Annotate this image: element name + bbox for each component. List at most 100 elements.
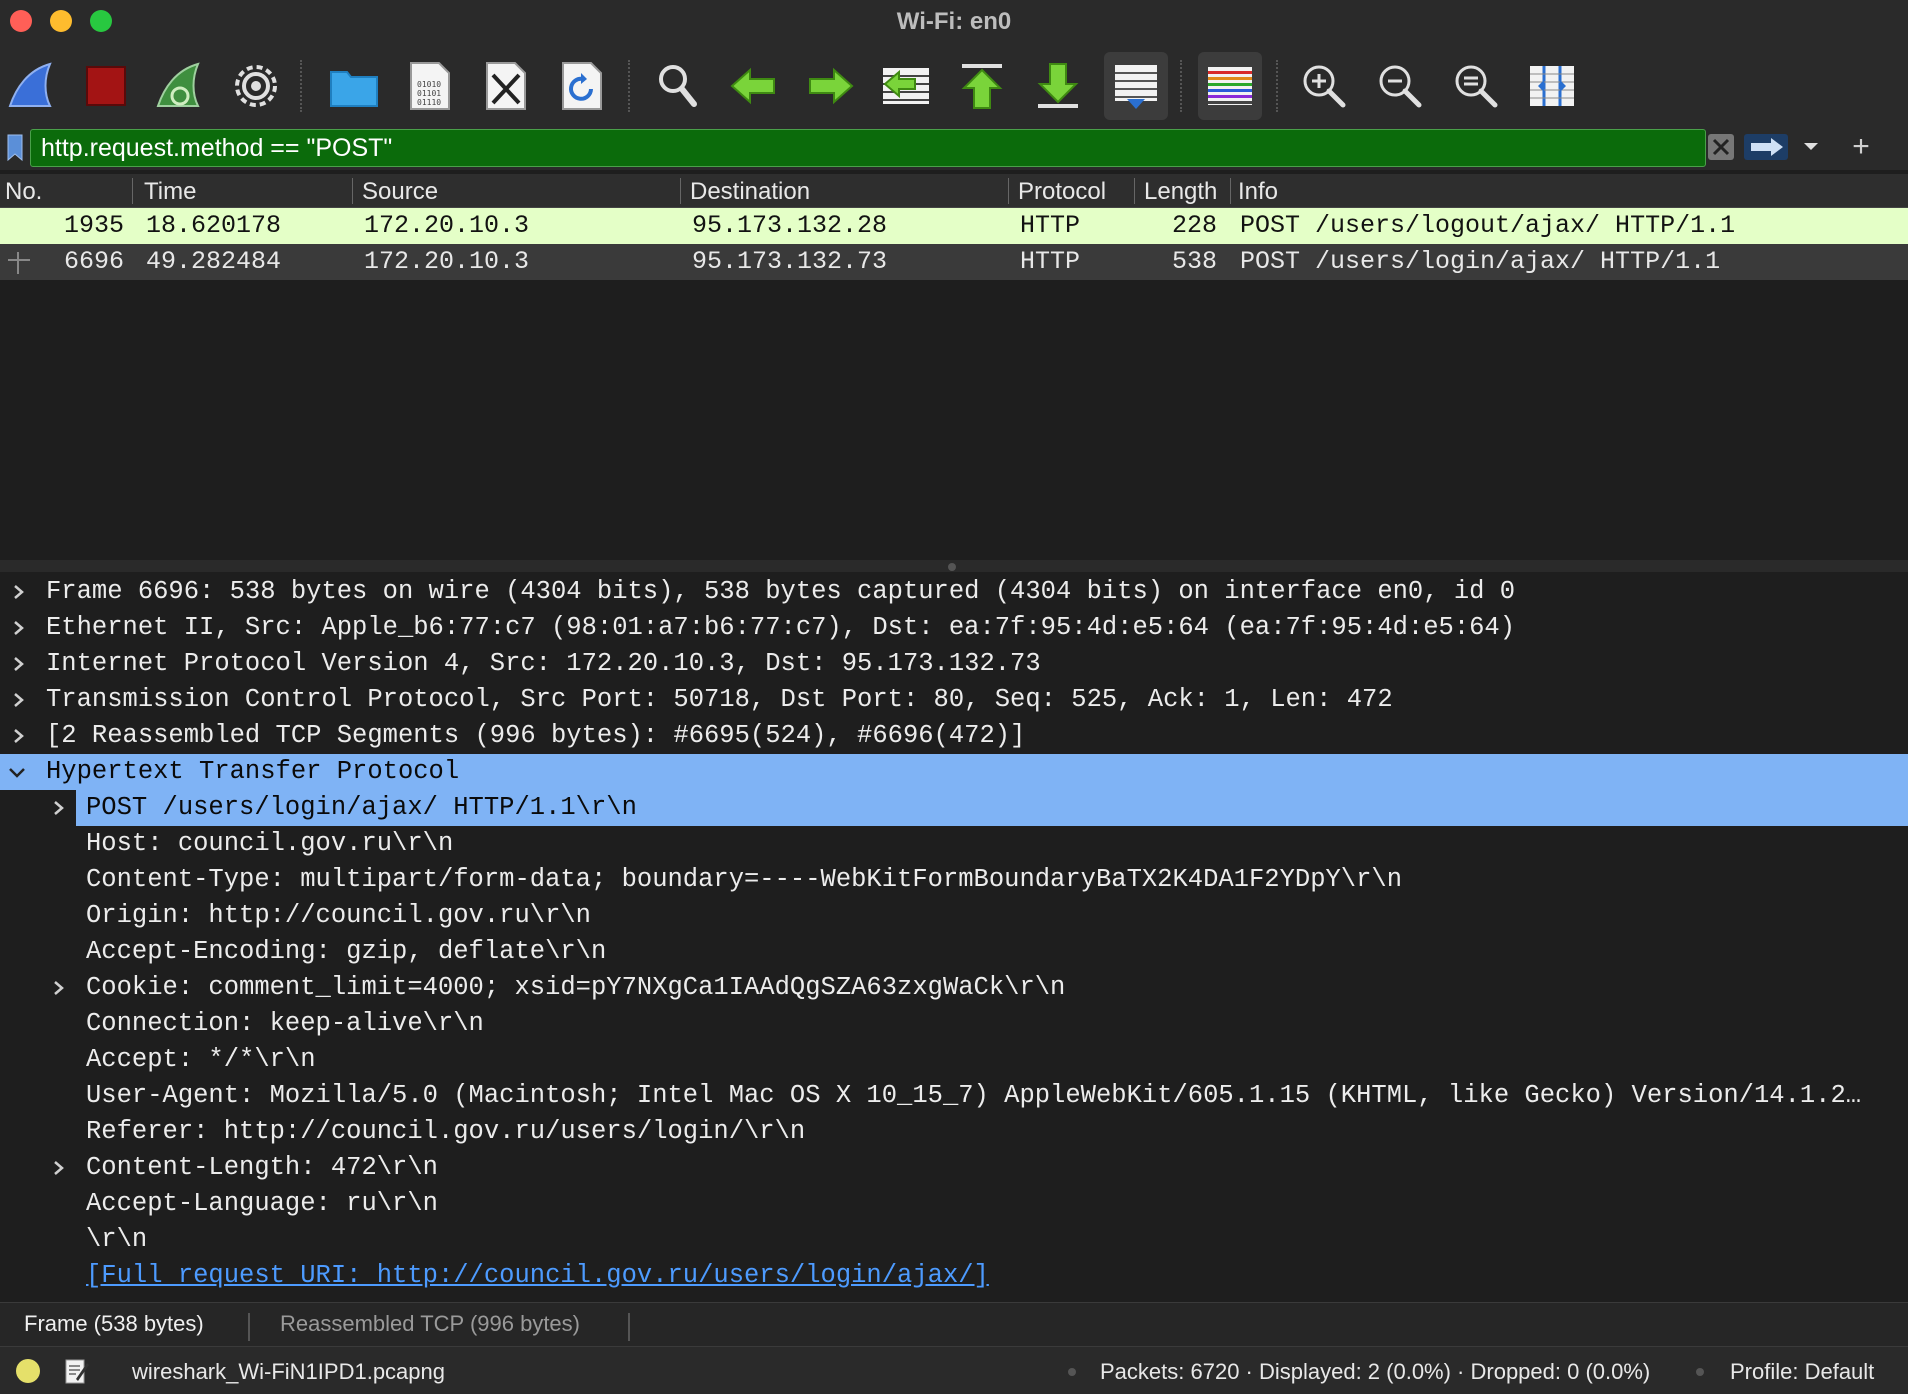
tree-item-content-type[interactable]: Content-Type: multipart/form-data; bound… (0, 862, 1908, 898)
filter-history-dropdown[interactable] (1796, 132, 1826, 162)
full-request-uri-link[interactable]: [Full request URI: http://council.gov.ru… (86, 1261, 989, 1290)
close-file-icon (486, 62, 526, 110)
packet-no: 1935 (64, 211, 125, 240)
column-destination[interactable]: Destination (690, 178, 810, 206)
packet-source: 172.20.10.3 (364, 247, 530, 276)
go-back-button[interactable] (726, 58, 782, 114)
colorize-icon (1208, 67, 1252, 105)
packet-source: 172.20.10.3 (364, 211, 530, 240)
status-bar: wireshark_Wi-FiN1IPD1.pcapng Packets: 67… (0, 1346, 1908, 1394)
normal-size-button[interactable] (1448, 58, 1504, 114)
packet-protocol: HTTP (1020, 211, 1081, 240)
arrow-left-icon (730, 67, 775, 105)
packet-info: POST /users/login/ajax/ HTTP/1.1 (1240, 247, 1721, 276)
tree-item-ethernet[interactable]: Ethernet II, Src: Apple_b6:77:c7 (98:01:… (0, 610, 1908, 646)
chevron-right-icon[interactable] (48, 974, 70, 1002)
reload-file-button[interactable] (554, 58, 610, 114)
tree-item-accept-encoding[interactable]: Accept-Encoding: gzip, deflate\r\n (0, 934, 1908, 970)
capture-file-name: wireshark_Wi-FiN1IPD1.pcapng (132, 1359, 445, 1384)
shark-fin-icon (8, 62, 52, 107)
tree-item-connection[interactable]: Connection: keep-alive\r\n (0, 1006, 1908, 1042)
restart-capture-button[interactable] (152, 58, 208, 114)
tree-item-frame[interactable]: Frame 6696: 538 bytes on wire (4304 bits… (0, 574, 1908, 610)
chevron-right-icon[interactable] (48, 1154, 70, 1182)
open-file-button[interactable] (326, 58, 382, 114)
chevron-down-icon[interactable] (6, 758, 28, 786)
chevron-right-icon[interactable] (8, 686, 30, 714)
zoom-out-button[interactable] (1372, 58, 1428, 114)
column-info[interactable]: Info (1238, 178, 1278, 206)
search-icon (659, 65, 697, 107)
close-file-button[interactable] (478, 58, 534, 114)
svg-text:01110: 01110 (417, 98, 441, 107)
column-no[interactable]: No. (5, 178, 42, 206)
svg-text:01010: 01010 (417, 80, 441, 89)
packet-protocol: HTTP (1020, 247, 1081, 276)
last-packet-button[interactable] (1030, 58, 1086, 114)
profile-switcher[interactable]: Profile: Default (1730, 1359, 1874, 1385)
column-protocol[interactable]: Protocol (1018, 178, 1106, 206)
packet-row-selected[interactable]: 6696 49.282484 172.20.10.3 95.173.132.73… (0, 244, 1908, 280)
apply-filter-button[interactable] (1742, 132, 1790, 162)
column-source[interactable]: Source (362, 178, 438, 206)
chevron-right-icon[interactable] (8, 614, 30, 642)
chevron-right-icon[interactable] (8, 650, 30, 678)
tree-item-http[interactable]: Hypertext Transfer Protocol (0, 754, 1908, 790)
go-forward-button[interactable] (802, 58, 858, 114)
tab-reassembled-tcp[interactable]: Reassembled TCP (996 bytes) (280, 1311, 580, 1337)
chevron-right-icon[interactable] (8, 722, 30, 750)
tab-frame-bytes[interactable]: Frame (538 bytes) (24, 1311, 204, 1337)
tree-item-crlf[interactable]: \r\n (0, 1222, 1908, 1258)
zoom-in-icon (1303, 65, 1346, 108)
first-packet-button[interactable] (954, 58, 1010, 114)
tree-item-tcp[interactable]: Transmission Control Protocol, Src Port:… (0, 682, 1908, 718)
tree-item-http-request-line[interactable]: POST /users/login/ajax/ HTTP/1.1\r\n (0, 790, 1908, 826)
packet-no: 6696 (64, 247, 125, 276)
tree-item-referer[interactable]: Referer: http://council.gov.ru/users/log… (0, 1114, 1908, 1150)
expert-info-icon[interactable] (16, 1359, 40, 1383)
go-to-packet-button[interactable] (878, 58, 934, 114)
start-capture-button[interactable] (4, 58, 60, 114)
tree-item-host[interactable]: Host: council.gov.ru\r\n (0, 826, 1908, 862)
find-packet-button[interactable] (650, 58, 706, 114)
chevron-right-icon[interactable] (48, 794, 70, 822)
packet-row[interactable]: 1935 18.620178 172.20.10.3 95.173.132.28… (0, 208, 1908, 244)
auto-scroll-button[interactable] (1104, 52, 1168, 120)
resize-columns-button[interactable] (1524, 58, 1580, 114)
chevron-right-icon[interactable] (8, 578, 30, 606)
pane-splitter[interactable] (0, 560, 1908, 572)
packet-length: 538 (1172, 247, 1218, 276)
tree-item-cookie[interactable]: Cookie: comment_limit=4000; xsid=pY7NXgC… (0, 970, 1908, 1006)
clear-icon (1708, 134, 1734, 160)
tree-item-user-agent[interactable]: User-Agent: Mozilla/5.0 (Macintosh; Inte… (0, 1078, 1908, 1114)
related-packet-icon (8, 252, 30, 274)
bookmark-icon[interactable] (6, 134, 24, 162)
clear-filter-button[interactable] (1706, 132, 1736, 162)
capture-options-button[interactable] (228, 58, 284, 114)
tree-item-reassembled-tcp[interactable]: [2 Reassembled TCP Segments (996 bytes):… (0, 718, 1908, 754)
auto-scroll-icon (1115, 65, 1157, 109)
chevron-down-icon (1804, 143, 1818, 150)
add-filter-button[interactable]: + (1846, 132, 1876, 162)
column-length[interactable]: Length (1144, 178, 1220, 206)
bytes-pane-tabs: Frame (538 bytes) Reassembled TCP (996 b… (0, 1302, 1908, 1346)
packet-time: 18.620178 (146, 211, 282, 240)
first-packet-icon (961, 64, 1003, 109)
zoom-in-button[interactable] (1296, 58, 1352, 114)
tree-item-accept-language[interactable]: Accept-Language: ru\r\n (0, 1186, 1908, 1222)
title-bar: Wi-Fi: en0 (0, 0, 1908, 40)
capture-comment-icon[interactable] (64, 1357, 90, 1385)
last-packet-icon (1037, 63, 1079, 108)
stop-icon (86, 66, 126, 106)
column-time[interactable]: Time (144, 178, 196, 206)
packet-list-empty-area[interactable] (0, 280, 1908, 560)
tree-item-origin[interactable]: Origin: http://council.gov.ru\r\n (0, 898, 1908, 934)
tree-item-ipv4[interactable]: Internet Protocol Version 4, Src: 172.20… (0, 646, 1908, 682)
tree-item-content-length[interactable]: Content-Length: 472\r\n (0, 1150, 1908, 1186)
tree-item-full-request-uri[interactable]: [Full request URI: http://council.gov.ru… (0, 1258, 1908, 1294)
save-file-button[interactable]: 01010 01101 01110 (402, 58, 458, 114)
tree-item-accept[interactable]: Accept: */*\r\n (0, 1042, 1908, 1078)
stop-capture-button[interactable] (78, 58, 134, 114)
display-filter-input[interactable]: http.request.method == "POST" (30, 129, 1706, 167)
colorize-button[interactable] (1198, 52, 1262, 120)
